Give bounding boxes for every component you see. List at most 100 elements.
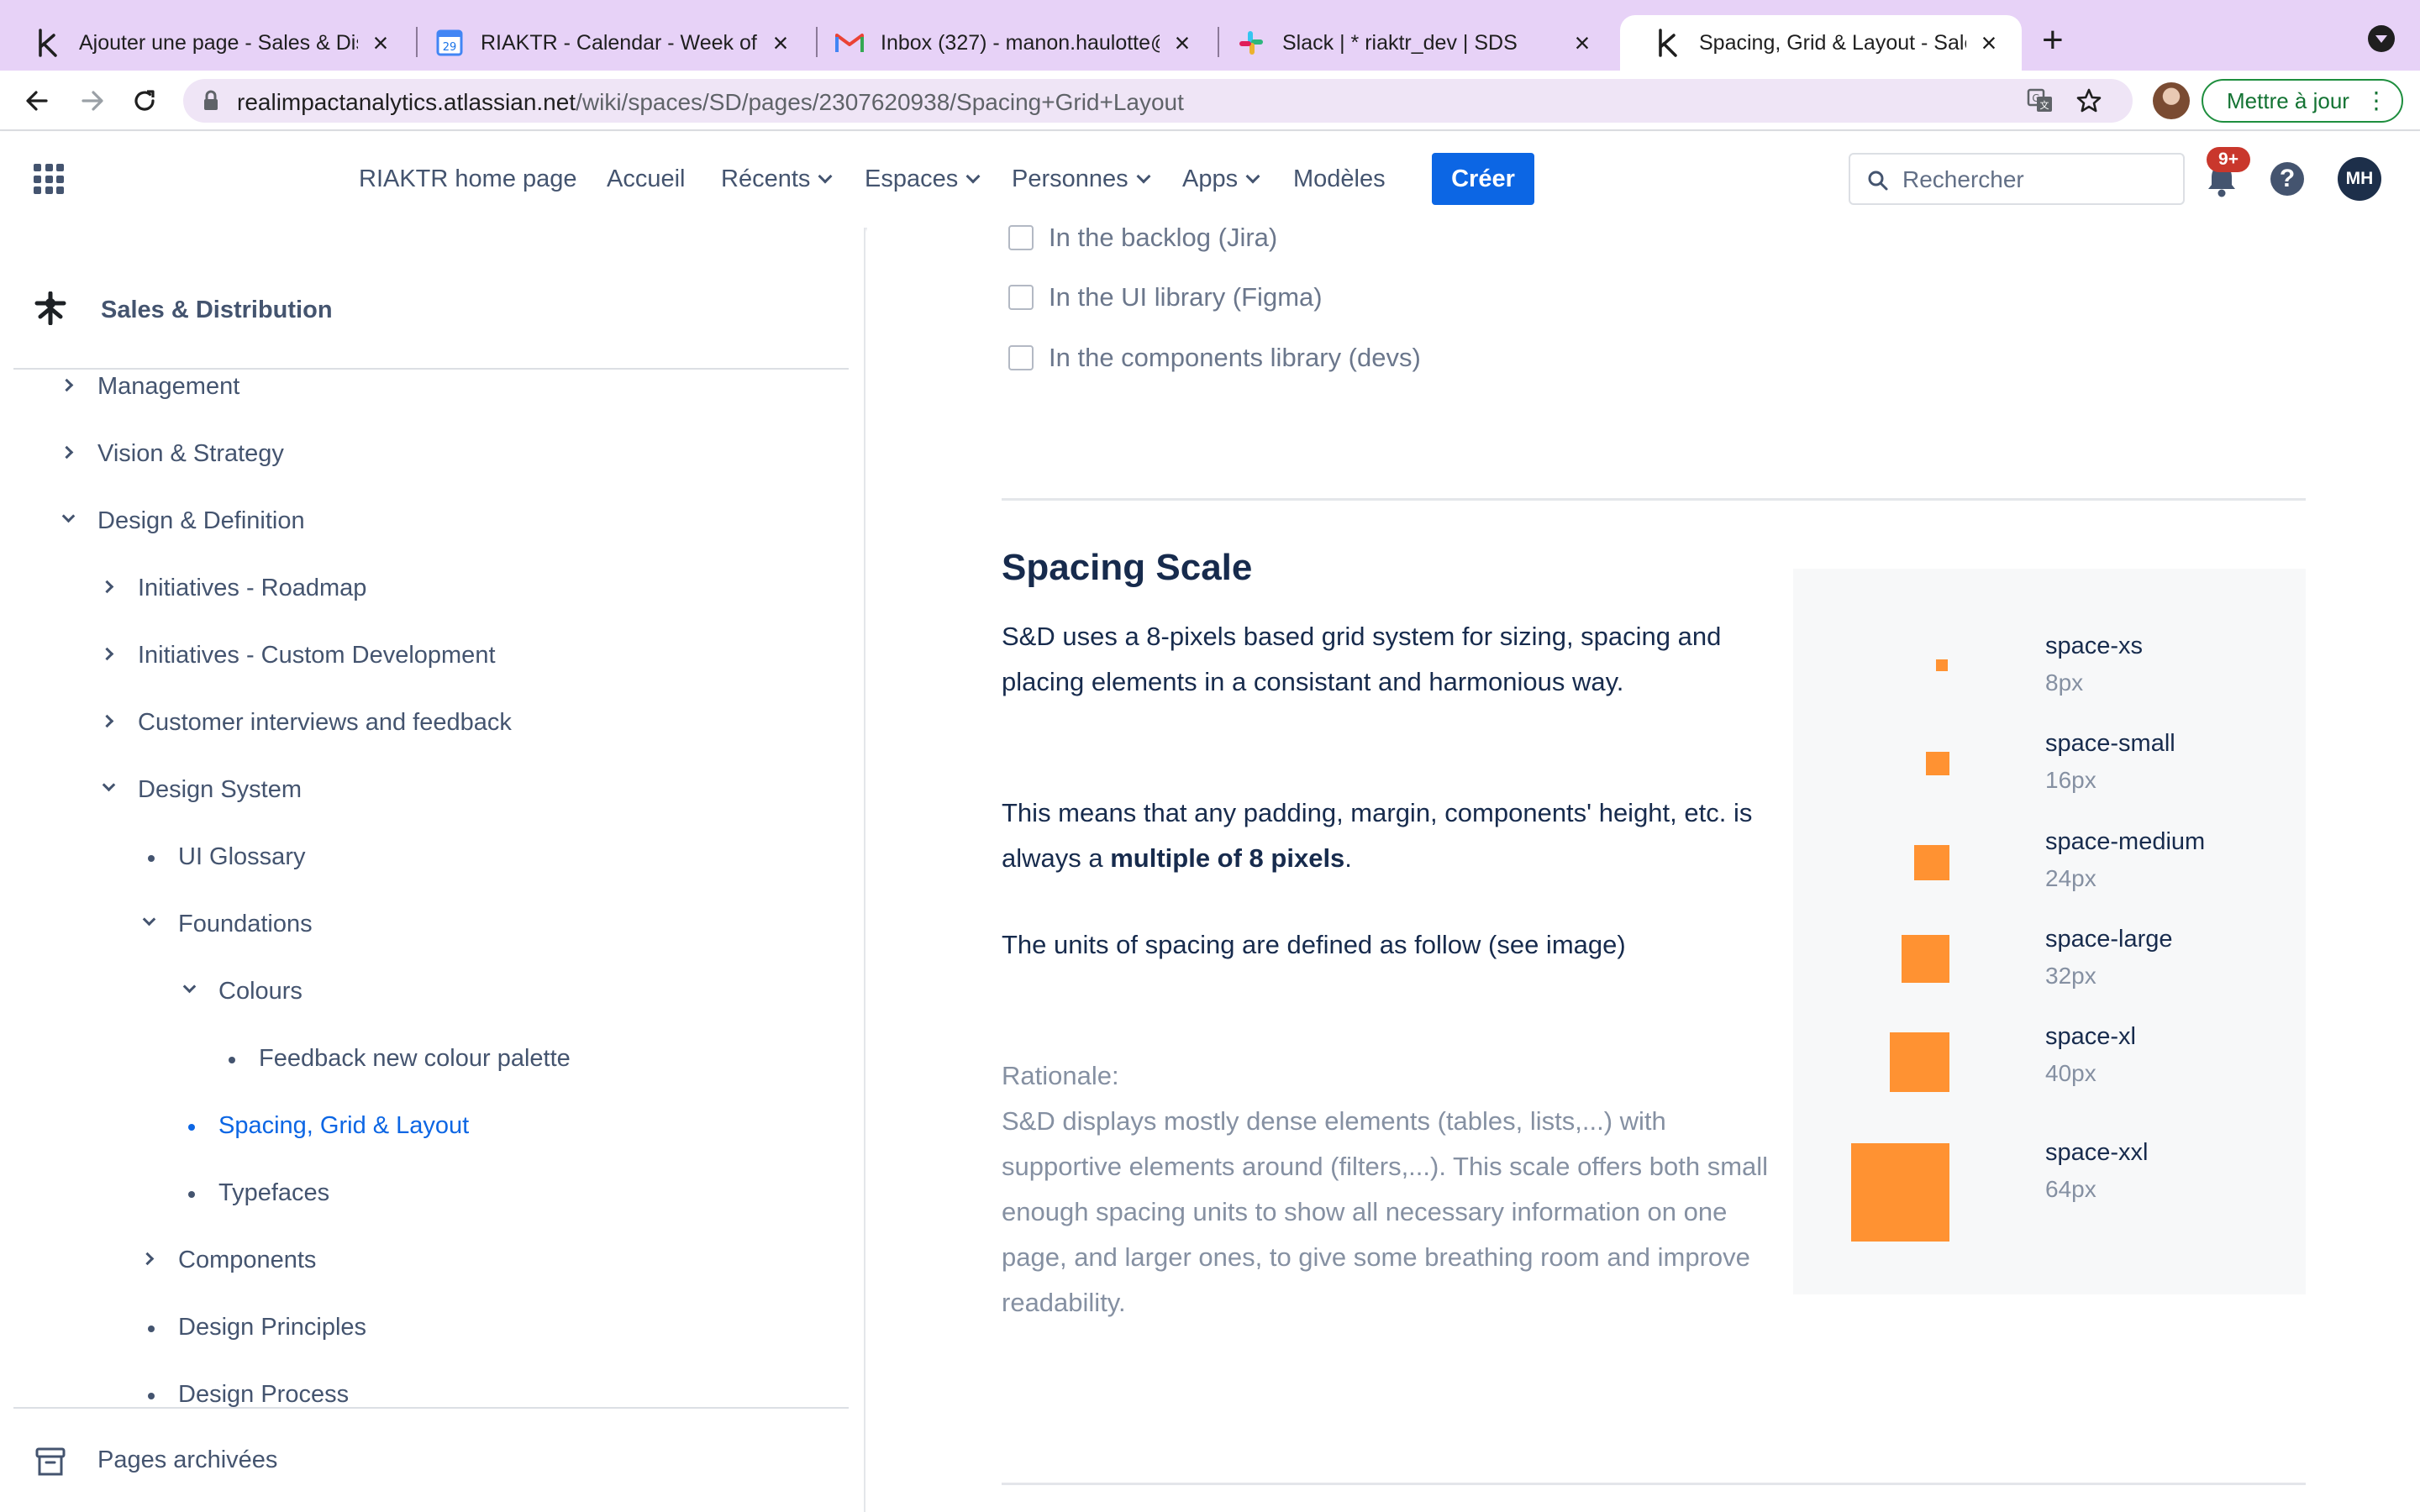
token-value: 24px: [2045, 865, 2096, 891]
tab-search-icon[interactable]: [2368, 25, 2395, 52]
sidebar-item-label: Foundations: [178, 911, 313, 937]
google-calendar-icon: 29: [435, 29, 464, 57]
confluence-icon: [1654, 29, 1682, 57]
chevron-right-icon: [60, 445, 74, 459]
spacing-swatch-medium: [1914, 845, 1949, 880]
nav-espaces-dropdown[interactable]: Espaces: [865, 165, 981, 193]
search-input[interactable]: Rechercher: [1849, 153, 2185, 205]
bullet-icon: [188, 1191, 195, 1198]
nav-home-page[interactable]: RIAKTR home page: [359, 165, 577, 193]
sidebar-item-label: Vision & Strategy: [97, 440, 284, 467]
nav-apps-dropdown[interactable]: Apps: [1182, 165, 1260, 193]
reload-button[interactable]: [126, 82, 163, 119]
chevron-right-icon: [100, 580, 114, 594]
spacing-swatch-small: [1926, 752, 1949, 775]
tab-title: Spacing, Grid & Layout - Sales: [1699, 30, 1966, 55]
help-icon[interactable]: ?: [2270, 162, 2304, 196]
spacing-swatch-xxl: [1851, 1143, 1949, 1242]
slack-icon: [1237, 29, 1265, 57]
space-header[interactable]: Sales & Distribution: [34, 291, 333, 329]
sidebar-item-label: UI Glossary: [178, 843, 306, 870]
sidebar-item-label: Initiatives - Custom Development: [138, 642, 496, 669]
nav-modeles[interactable]: Modèles: [1293, 165, 1386, 193]
archived-pages-link[interactable]: Pages archivées: [0, 1409, 864, 1512]
checkbox[interactable]: [1008, 345, 1034, 370]
token-value: 64px: [2045, 1176, 2096, 1202]
browser-tab[interactable]: Inbox (327) - manon.haulotte@ ×: [802, 15, 1215, 71]
browser-tab-active[interactable]: Spacing, Grid & Layout - Sales ×: [1620, 15, 2022, 71]
close-icon[interactable]: ×: [1570, 29, 1595, 56]
update-button[interactable]: Mettre à jour ⋮: [2202, 79, 2403, 123]
archived-pages-label: Pages archivées: [97, 1446, 278, 1473]
checklist-item[interactable]: In the components library (devs): [1008, 343, 1421, 373]
sidebar-item-label: Typefaces: [218, 1179, 330, 1206]
user-avatar[interactable]: MH: [2338, 157, 2381, 201]
rationale-paragraph: S&D displays mostly dense elements (tabl…: [1002, 1106, 1769, 1317]
url-host: realimpactanalytics.atlassian.net: [237, 89, 576, 115]
app-switcher-icon[interactable]: [34, 164, 64, 194]
chevron-down-icon: [818, 169, 833, 184]
space-sidebar: Sales & Distribution Management Vision &…: [0, 228, 865, 1512]
token-name: space-medium: [2045, 828, 2206, 855]
multiple-suffix: .: [1344, 843, 1352, 873]
search-placeholder: Rechercher: [1902, 166, 2024, 192]
bullet-icon: [148, 1393, 155, 1399]
search-icon: [1867, 170, 1889, 196]
token-name: space-xxl: [2045, 1139, 2149, 1166]
more-vertical-icon[interactable]: ⋮: [2365, 89, 2388, 113]
checklist-label: In the UI library (Figma): [1049, 282, 1323, 312]
forward-button[interactable]: [74, 82, 111, 119]
sidebar-item-label: Design Process: [178, 1381, 350, 1408]
rationale-label: Rationale:: [1002, 1061, 1119, 1090]
create-button[interactable]: Créer: [1432, 153, 1534, 205]
profile-avatar[interactable]: [2153, 82, 2190, 119]
checklist-label: In the backlog (Jira): [1049, 223, 1278, 252]
tab-title: Slack | * riaktr_dev | SDS: [1282, 30, 1518, 55]
space-logo-icon: [34, 291, 67, 329]
chevron-right-icon: [60, 378, 74, 392]
spacing-swatch-xs: [1936, 659, 1948, 671]
sidebar-item-label: Spacing, Grid & Layout: [218, 1112, 470, 1139]
browser-tab[interactable]: 29 RIAKTR - Calendar - Week of J ×: [402, 15, 813, 71]
close-icon[interactable]: ×: [1170, 29, 1195, 56]
chevron-down-icon: [965, 169, 981, 184]
archive-icon: [35, 1446, 66, 1481]
checklist-item[interactable]: In the UI library (Figma): [1008, 282, 1323, 312]
spacing-scale-image: space-xs 8px space-small 16px space-medi…: [1793, 569, 2306, 1294]
chevron-down-icon: [61, 509, 76, 523]
token-name: space-xs: [2045, 633, 2144, 659]
nav-accueil[interactable]: Accueil: [607, 165, 686, 193]
sidebar-item-label: Customer interviews and feedback: [138, 709, 512, 736]
gmail-icon: [835, 29, 864, 57]
token-name: space-large: [2045, 926, 2173, 953]
sidebar-item-label: Design System: [138, 776, 302, 803]
checkbox[interactable]: [1008, 285, 1034, 310]
tab-title: Ajouter une page - Sales & Dis: [79, 30, 358, 55]
close-icon[interactable]: ×: [768, 29, 793, 56]
nav-personnes-dropdown[interactable]: Personnes: [1012, 165, 1151, 193]
nav-recents-dropdown[interactable]: Récents: [721, 165, 833, 193]
bullet-icon: [148, 855, 155, 862]
units-paragraph: The units of spacing are defined as foll…: [1002, 930, 1626, 959]
checkbox[interactable]: [1008, 225, 1034, 250]
checklist-item[interactable]: In the backlog (Jira): [1008, 223, 1277, 253]
lock-icon: [203, 90, 218, 116]
section-heading: Spacing Scale: [1002, 547, 1253, 588]
back-button[interactable]: [18, 82, 55, 119]
address-bar[interactable]: realimpactanalytics.atlassian.net/wiki/s…: [183, 79, 2133, 123]
bookmark-star-icon[interactable]: [2075, 87, 2102, 118]
bullet-icon: [148, 1326, 155, 1332]
sidebar-item-label: Design & Definition: [97, 507, 305, 534]
svg-text:文: 文: [2040, 99, 2049, 111]
translate-icon[interactable]: G文: [2027, 88, 2054, 118]
new-tab-button[interactable]: +: [2042, 22, 2064, 59]
multiple-paragraph: This means that any padding, margin, com…: [1002, 790, 1775, 881]
close-icon[interactable]: ×: [1976, 29, 2002, 56]
sidebar-item-label: Feedback new colour palette: [259, 1045, 571, 1072]
bullet-icon: [229, 1057, 235, 1063]
browser-tab[interactable]: Ajouter une page - Sales & Dis ×: [0, 15, 413, 71]
token-name: space-small: [2045, 730, 2175, 757]
browser-tab[interactable]: Slack | * riaktr_dev | SDS ×: [1203, 15, 1615, 71]
sidebar-item-label: Design Principles: [178, 1314, 367, 1341]
close-icon[interactable]: ×: [368, 29, 393, 56]
